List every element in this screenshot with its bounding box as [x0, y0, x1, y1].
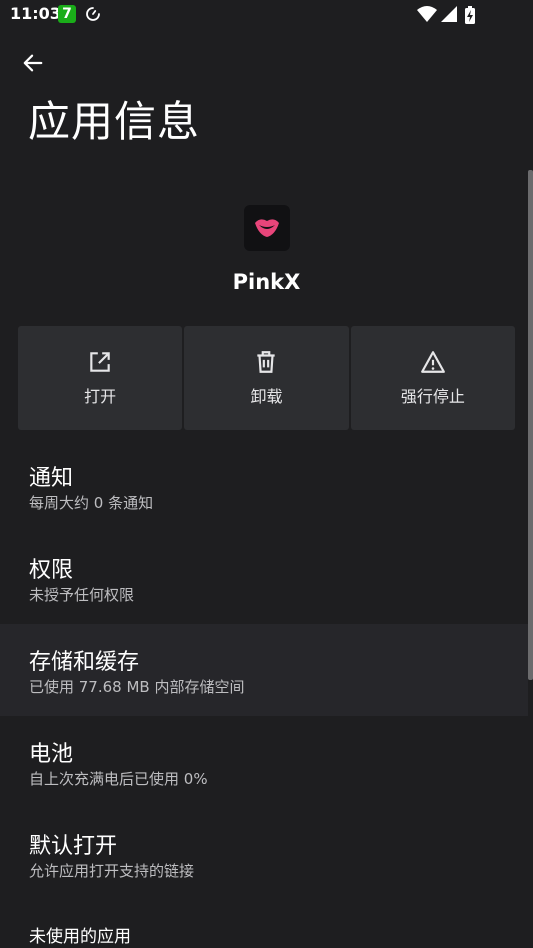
list-item-title: 通知: [29, 466, 74, 491]
status-time: 11:03: [10, 4, 61, 23]
list-item-title: 存储和缓存: [29, 650, 140, 675]
list-item-open-by-default[interactable]: 默认打开 允许应用打开支持的链接: [0, 808, 528, 900]
pink-lips-icon: [255, 219, 279, 237]
back-button[interactable]: [16, 46, 50, 80]
open-button[interactable]: 打开: [18, 326, 183, 430]
list-item-summary: 每周大约 0 条通知: [29, 494, 154, 512]
list-item-title: 电池: [29, 742, 74, 767]
list-item-notifications[interactable]: 通知 每周大约 0 条通知: [0, 440, 528, 532]
sync-icon: [86, 7, 100, 21]
open-external-icon: [90, 352, 110, 372]
trash-icon: [257, 351, 276, 373]
list-item-summary: 允许应用打开支持的链接: [29, 862, 195, 880]
list-item-summary: 自上次充满电后已使用 0%: [29, 770, 208, 788]
list-item-battery[interactable]: 电池 自上次充满电后已使用 0%: [0, 716, 528, 808]
app-icon: [244, 205, 290, 251]
status-bar: 11:03 7: [0, 0, 533, 30]
settings-list: 通知 每周大约 0 条通知 权限 未授予任何权限 存储和缓存 已使用 77.68…: [0, 440, 528, 948]
list-item-summary: 未授予任何权限: [29, 586, 135, 604]
list-item-unused-apps[interactable]: 未使用的应用: [0, 900, 528, 948]
signal-icon: [441, 6, 457, 22]
uninstall-button[interactable]: 卸载: [184, 326, 349, 430]
app-name: PinkX: [232, 270, 301, 294]
battery-charging-icon: [465, 6, 475, 24]
wifi-icon: [417, 6, 437, 22]
action-buttons: 打开 卸载 强行停止: [18, 326, 515, 430]
list-item-summary: 已使用 77.68 MB 内部存储空间: [29, 678, 245, 696]
list-item-title: 未使用的应用: [29, 927, 131, 947]
warning-icon: [420, 351, 445, 373]
back-arrow-icon: [23, 54, 43, 72]
list-item-title: 默认打开: [29, 834, 118, 859]
list-item-storage[interactable]: 存储和缓存 已使用 77.68 MB 内部存储空间: [0, 624, 528, 716]
page-title: 应用信息: [28, 97, 201, 146]
list-item-title: 权限: [29, 558, 74, 583]
scrollbar[interactable]: [528, 170, 533, 680]
list-item-permissions[interactable]: 权限 未授予任何权限: [0, 532, 528, 624]
open-button-label: 打开: [84, 387, 117, 406]
app-info-screen: 11:03 7 应用信息 PinkX 打开 卸载 强行停止 通知 每周大约 0 …: [0, 0, 533, 948]
uninstall-button-label: 卸载: [250, 387, 283, 406]
force-stop-button[interactable]: 强行停止: [350, 326, 515, 430]
force-stop-button-label: 强行停止: [400, 387, 465, 406]
notification-badge-icon: 7: [58, 5, 76, 23]
